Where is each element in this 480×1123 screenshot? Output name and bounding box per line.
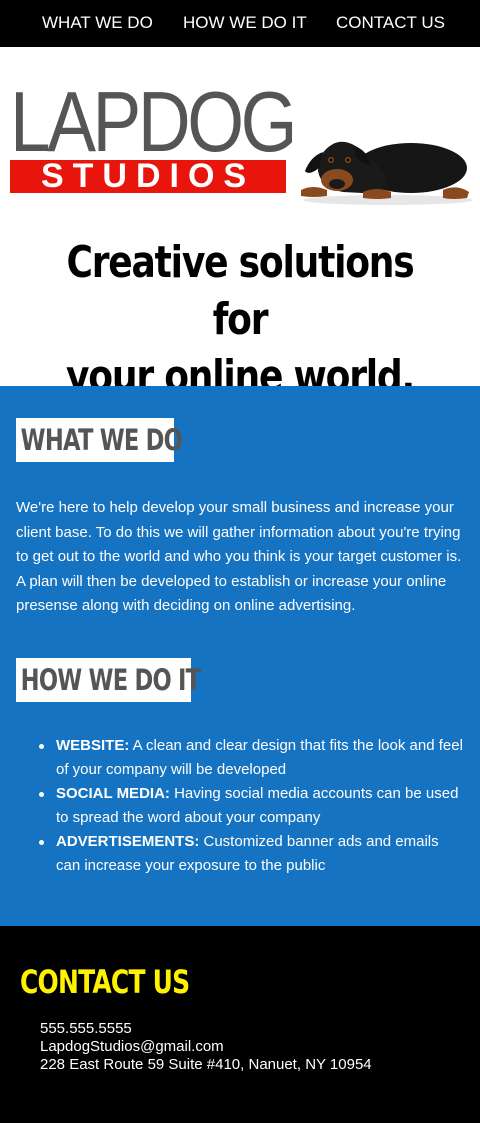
logo-top-text: LAPDOG bbox=[10, 75, 297, 170]
hero-tagline: Creative solutions for your online world… bbox=[43, 234, 437, 405]
nav-link-what-we-do[interactable]: WHAT WE DO bbox=[42, 13, 153, 33]
list-item: WEBSITE: A clean and clear design that f… bbox=[39, 734, 466, 782]
list-item-title: SOCIAL MEDIA: bbox=[56, 785, 170, 802]
nav-link-contact-us[interactable]: CONTACT US bbox=[336, 13, 445, 33]
what-we-do-paragraph: We're here to help develop your small bu… bbox=[16, 499, 462, 614]
what-we-do-heading-text: WHAT WE DO bbox=[20, 423, 183, 457]
list-item: SOCIAL MEDIA: Having social media accoun… bbox=[39, 782, 466, 830]
services-section: WHAT WE DO We're here to help develop yo… bbox=[0, 386, 480, 926]
how-we-do-it-heading-text: HOW WE DO IT bbox=[20, 663, 201, 697]
contact-phone: 555.555.5555 bbox=[40, 1020, 132, 1037]
contact-email[interactable]: LapdogStudios@gmail.com bbox=[40, 1038, 372, 1056]
logo-bottom-text: STUDIOS bbox=[40, 157, 256, 195]
how-we-do-it-heading: HOW WE DO IT bbox=[16, 658, 201, 702]
logo-red-bar: STUDIOS bbox=[10, 157, 286, 195]
lapdog-image bbox=[301, 141, 473, 205]
contact-footer: CONTACT US 555.555.5555 LapdogStudios@gm… bbox=[0, 926, 480, 1123]
contact-heading: CONTACT US bbox=[20, 963, 190, 1001]
list-item: ADVERTISEMENTS: Customized banner ads an… bbox=[39, 830, 466, 878]
top-navigation: WHAT WE DO HOW WE DO IT CONTACT US bbox=[0, 0, 480, 47]
nav-link-how-we-do-it[interactable]: HOW WE DO IT bbox=[183, 13, 307, 33]
list-item-title: WEBSITE: bbox=[56, 737, 130, 754]
contact-address: 228 East Route 59 Suite #410, Nanuet, NY… bbox=[40, 1056, 372, 1073]
list-item-title: ADVERTISEMENTS: bbox=[56, 833, 200, 850]
contact-details: 555.555.5555 LapdogStudios@gmail.com 228… bbox=[40, 1020, 372, 1074]
services-list: WEBSITE: A clean and clear design that f… bbox=[39, 734, 466, 878]
lapdog-studios-logo[interactable]: LAPDOG STUDIOS bbox=[10, 75, 297, 195]
tagline-line-1: Creative solutions for bbox=[66, 237, 414, 345]
what-we-do-heading: WHAT WE DO bbox=[16, 418, 183, 462]
